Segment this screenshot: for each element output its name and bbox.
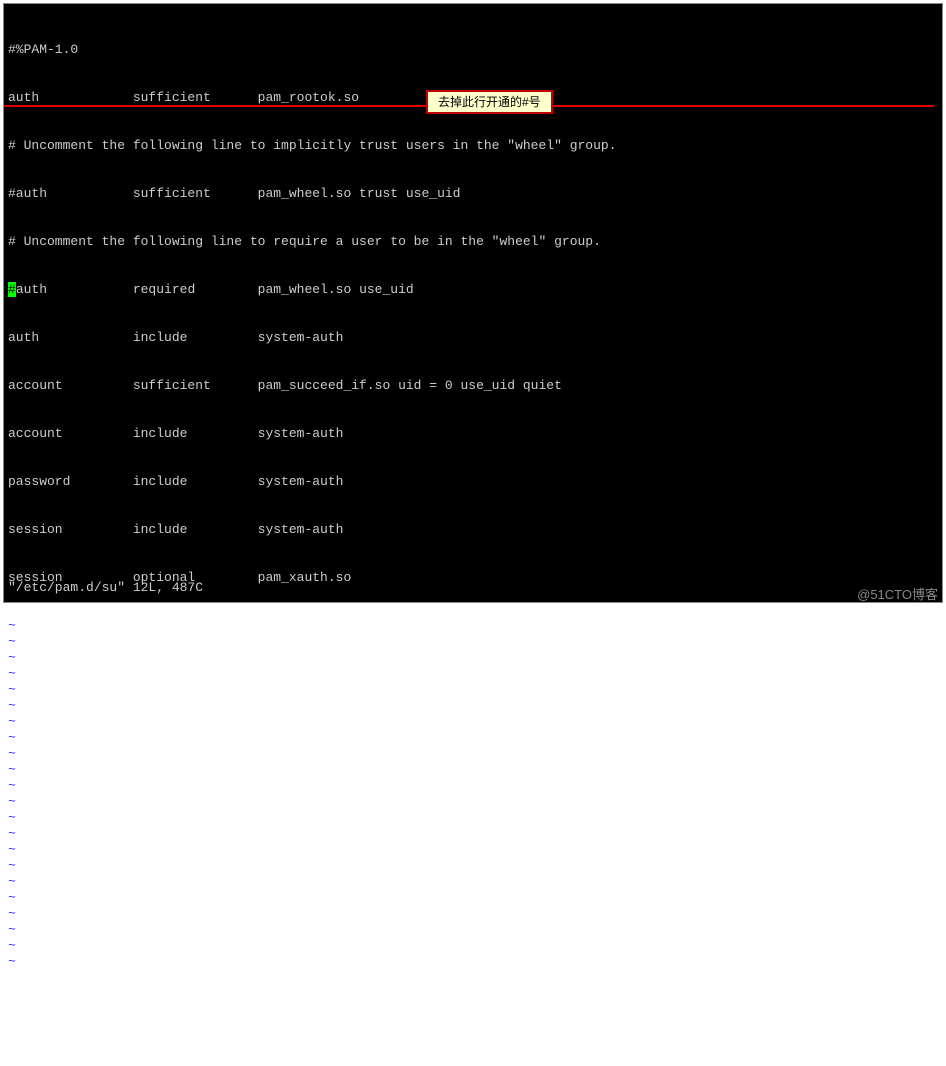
watermark: @51CTO博客 [857,584,938,603]
highlighted-line-text: auth required pam_wheel.so use_uid [16,282,414,297]
empty-line-tilde: ~ [8,698,938,714]
empty-line-tilde: ~ [8,714,938,730]
file-line: # Uncomment the following line to implic… [8,138,938,154]
empty-line-tilde: ~ [8,938,938,954]
empty-line-tilde: ~ [8,890,938,906]
terminal-editor[interactable]: #%PAM-1.0 auth sufficient pam_rootok.so … [3,3,943,603]
file-line: account include system-auth [8,426,938,442]
empty-line-tilde: ~ [8,650,938,666]
empty-line-tilde: ~ [8,746,938,762]
vim-status-line: "/etc/pam.d/su" 12L, 487C [8,580,203,596]
empty-line-tilde: ~ [8,922,938,938]
file-line: auth include system-auth [8,330,938,346]
empty-line-tilde: ~ [8,842,938,858]
empty-line-tilde: ~ [8,778,938,794]
empty-line-tilde: ~ [8,906,938,922]
empty-line-tilde: ~ [8,810,938,826]
highlighted-line: #auth required pam_wheel.so use_uid [8,282,938,298]
cursor: # [8,282,16,297]
empty-line-tilde: ~ [8,794,938,810]
empty-line-tilde: ~ [8,666,938,682]
file-line: session include system-auth [8,522,938,538]
empty-line-tilde: ~ [8,618,938,634]
file-line: # Uncomment the following line to requir… [8,234,938,250]
annotation-callout: 去掉此行开通的#号 [426,90,553,114]
empty-line-tilde: ~ [8,858,938,874]
empty-line-tilde: ~ [8,682,938,698]
file-line: account sufficient pam_succeed_if.so uid… [8,378,938,394]
file-line: #auth sufficient pam_wheel.so trust use_… [8,186,938,202]
file-line: password include system-auth [8,474,938,490]
empty-line-tilde: ~ [8,730,938,746]
file-line: #%PAM-1.0 [8,42,938,58]
empty-line-tilde: ~ [8,874,938,890]
empty-lines: ~~~~~~~~~~~~~~~~~~~~~~ [8,618,938,970]
empty-line-tilde: ~ [8,954,938,970]
empty-line-tilde: ~ [8,762,938,778]
empty-line-tilde: ~ [8,826,938,842]
empty-line-tilde: ~ [8,634,938,650]
